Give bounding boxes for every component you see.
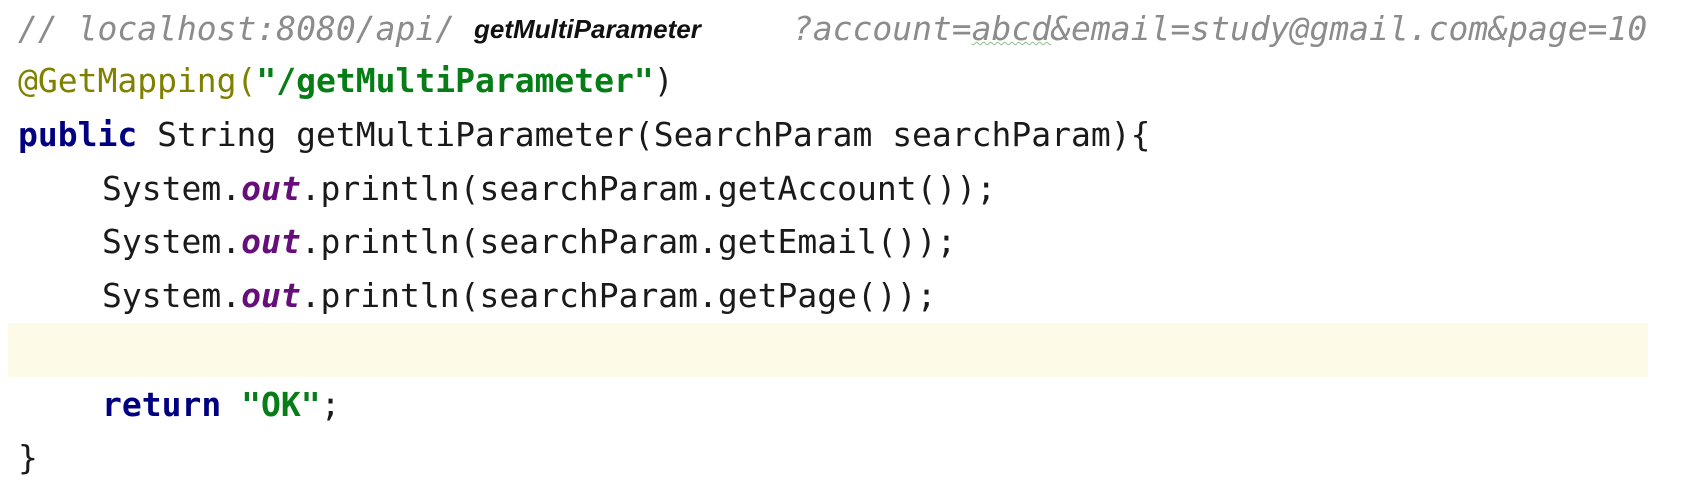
method-signature-line: public String getMultiParameter(SearchPa… bbox=[18, 108, 1150, 162]
mapping-path-string: "/getMultiParameter" bbox=[256, 61, 654, 100]
println-call: .println(searchParam.getAccount()); bbox=[300, 169, 997, 208]
system-class: System. bbox=[102, 169, 242, 208]
method-name-tooltip: getMultiParameter bbox=[470, 12, 705, 46]
comment-typo-word: abcd bbox=[971, 9, 1052, 48]
comment-query-start: ?account= bbox=[792, 9, 972, 48]
public-keyword: public bbox=[18, 115, 138, 154]
println-call: .println(searchParam.getEmail()); bbox=[300, 222, 957, 261]
code-editor[interactable]: // localhost:8080/api/ ?account=abcd&ema… bbox=[0, 0, 1684, 492]
print-page-line: System.out.println(searchParam.getPage()… bbox=[18, 269, 936, 323]
print-email-line: System.out.println(searchParam.getEmail(… bbox=[18, 215, 956, 269]
url-comment-line: // localhost:8080/api/ ?account=abcd&ema… bbox=[18, 2, 1647, 56]
out-field: out bbox=[241, 222, 301, 261]
println-call: .println(searchParam.getPage()); bbox=[300, 276, 937, 315]
signature-text: String getMultiParameter(SearchParam sea… bbox=[137, 115, 1151, 154]
return-line: return "OK"; bbox=[18, 378, 340, 432]
return-keyword: return bbox=[102, 385, 222, 424]
closing-brace-line: } bbox=[18, 431, 38, 485]
comment-prefix: // localhost:8080/api/ bbox=[18, 9, 456, 48]
current-line-highlight bbox=[8, 323, 1648, 377]
out-field: out bbox=[241, 276, 301, 315]
return-value-string: "OK" bbox=[241, 385, 321, 424]
print-account-line: System.out.println(searchParam.getAccoun… bbox=[18, 162, 996, 216]
get-mapping-annotation: @GetMapping( bbox=[18, 61, 257, 100]
out-field: out bbox=[241, 169, 301, 208]
return-semicolon: ; bbox=[320, 385, 341, 424]
comment-query-rest: &email=study@gmail.com&page=10 bbox=[1051, 9, 1648, 48]
annotation-close: ) bbox=[653, 61, 674, 100]
closing-brace: } bbox=[18, 438, 38, 477]
annotation-line: @GetMapping("/getMultiParameter") bbox=[18, 54, 674, 108]
system-class: System. bbox=[102, 276, 242, 315]
system-class: System. bbox=[102, 222, 242, 261]
